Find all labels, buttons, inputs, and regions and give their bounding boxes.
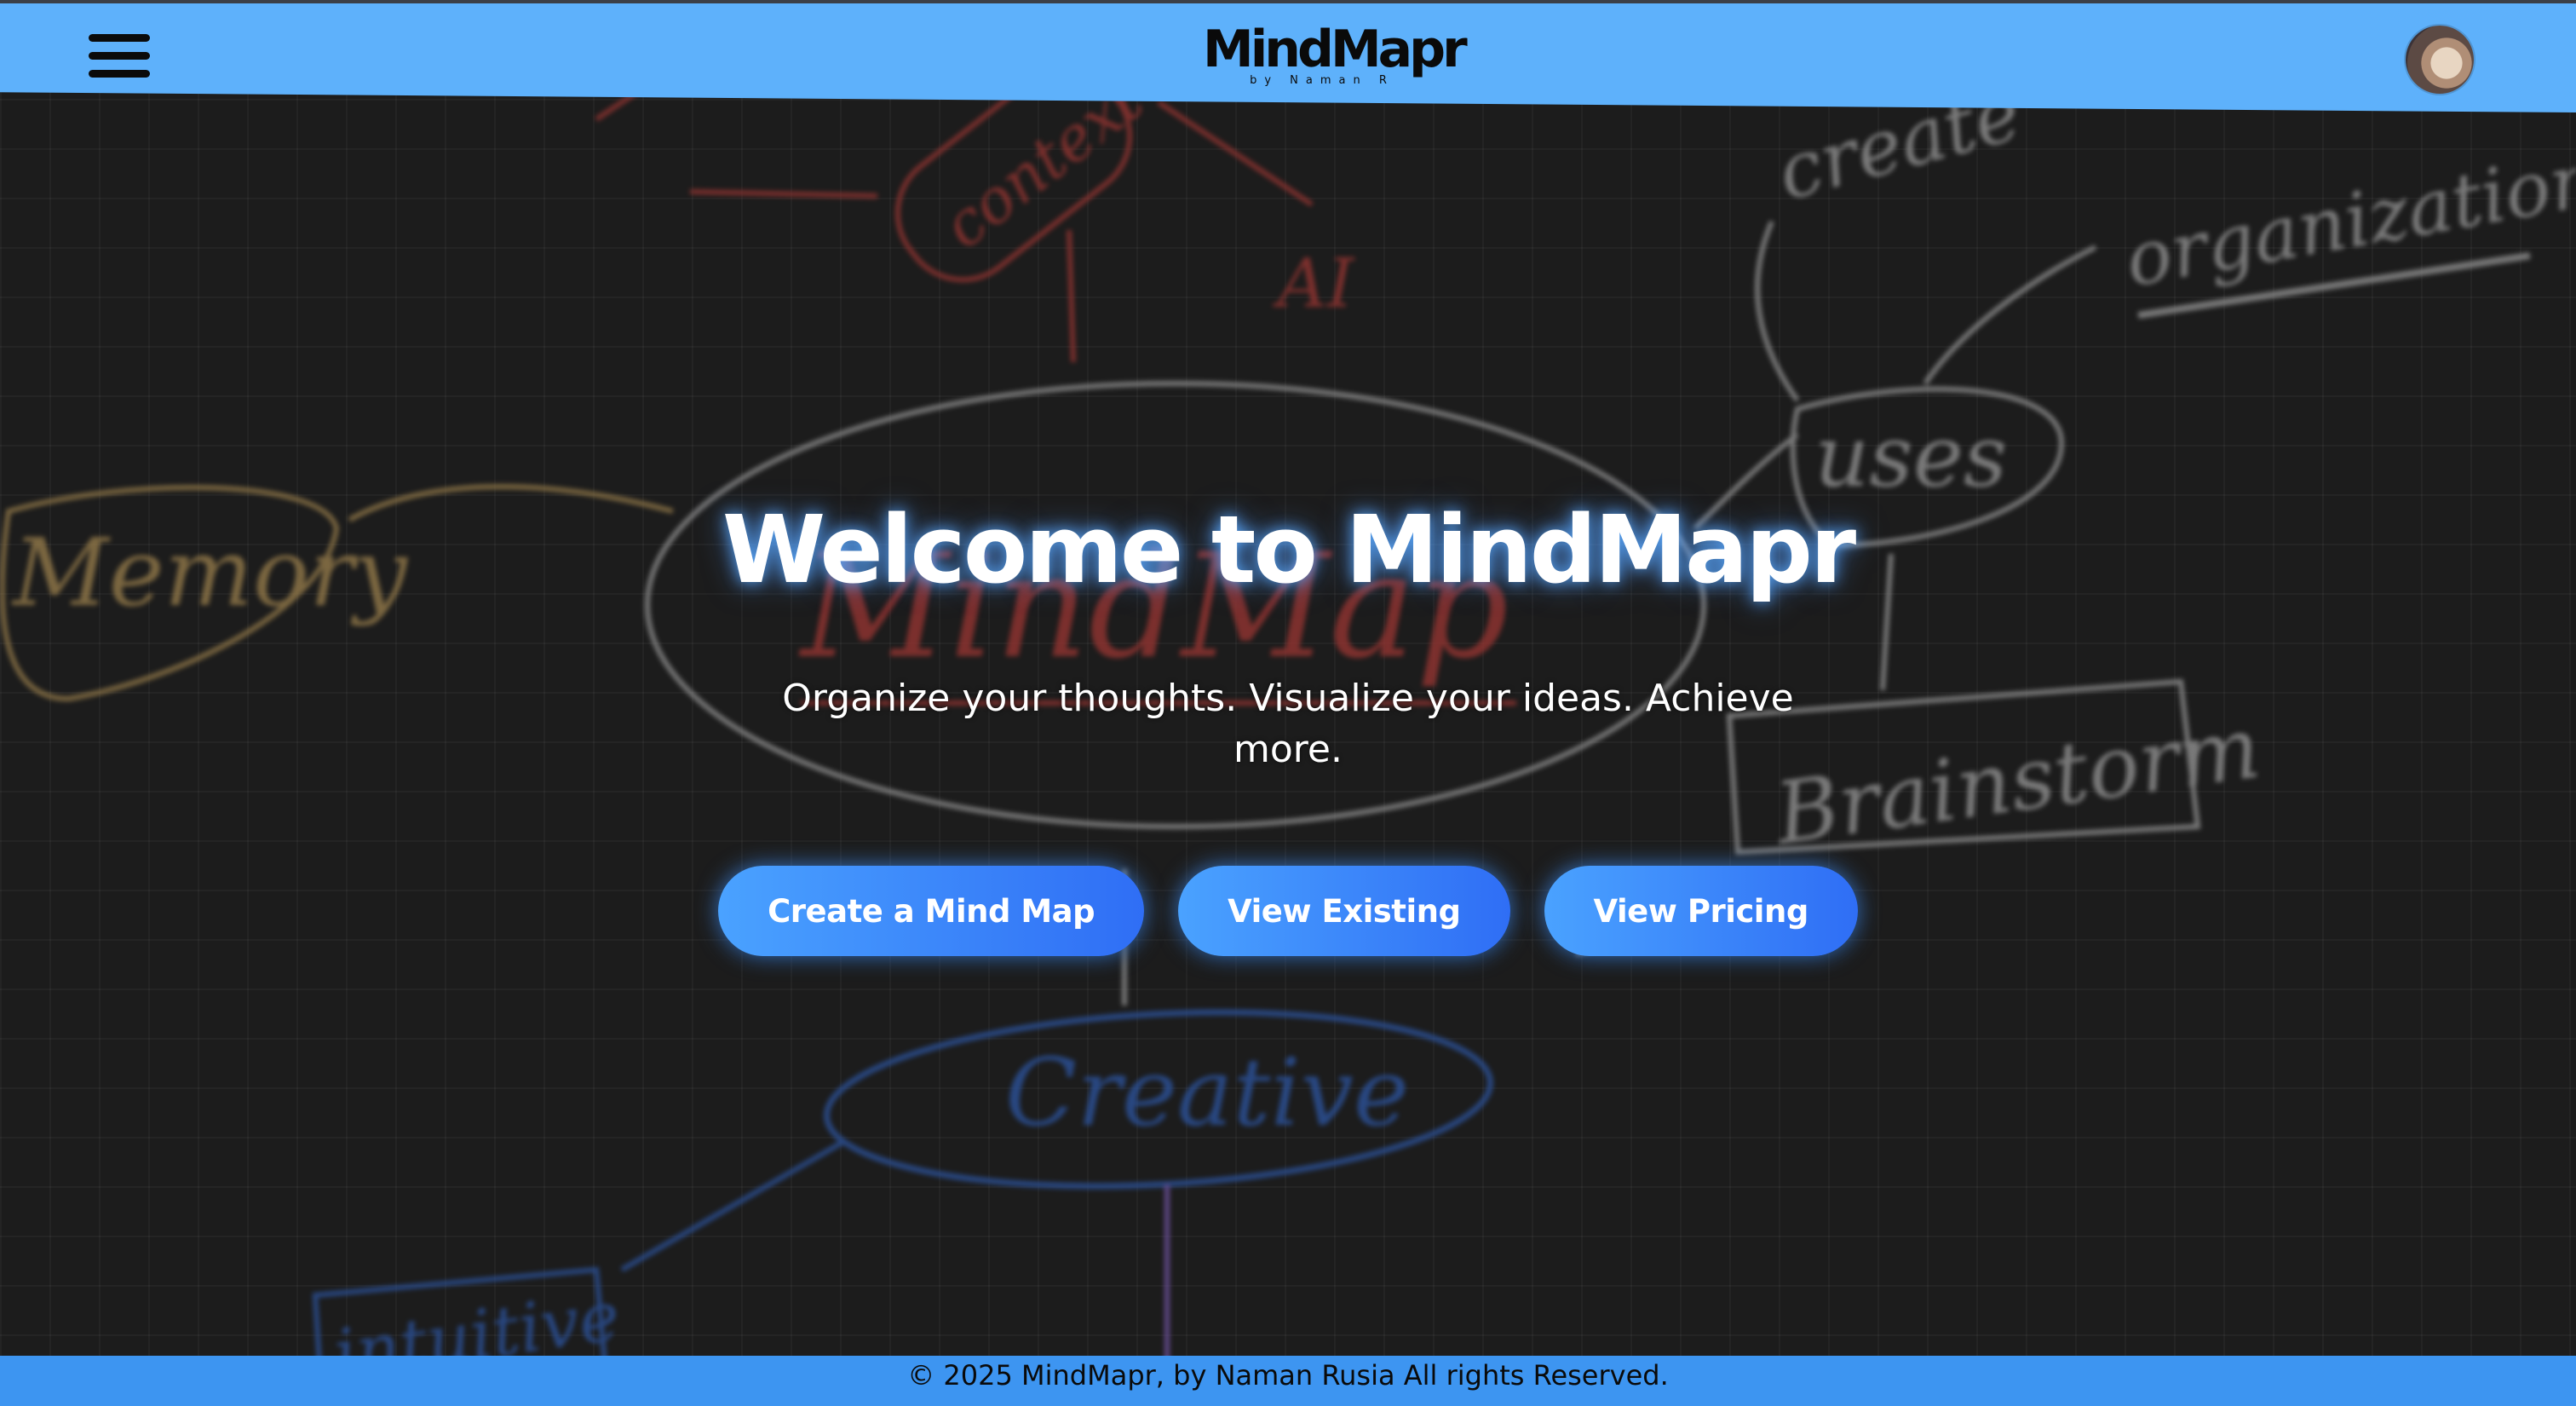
footer: © 2025 MindMapr, by Naman Rusia All righ…	[0, 1356, 2576, 1406]
footer-copyright: © 2025 MindMapr, by Naman Rusia All righ…	[907, 1359, 1669, 1392]
hero-actions: Create a Mind Map View Existing View Pri…	[0, 866, 2576, 956]
logo-title: MindMapr	[1203, 20, 1468, 79]
user-avatar-icon[interactable]	[2406, 26, 2474, 94]
sketch-label-organization: organization	[2119, 135, 2576, 304]
hero-section: Welcome to MindMapr Organize your though…	[0, 477, 2576, 775]
hamburger-menu-icon[interactable]	[89, 32, 150, 80]
page: MindMap context AI Memory uses create or…	[0, 0, 2576, 1406]
hero-title: Welcome to MindMapr	[722, 495, 1856, 604]
view-existing-button[interactable]: View Existing	[1178, 866, 1510, 956]
mindmapr-logo[interactable]: MindMapr by Naman R	[1203, 20, 1468, 87]
sketch-label-creative: Creative	[1005, 1038, 1409, 1147]
view-pricing-button[interactable]: View Pricing	[1544, 866, 1858, 956]
create-mind-map-button[interactable]: Create a Mind Map	[718, 866, 1145, 956]
hero-subtitle: Organize your thoughts. Visualize your i…	[782, 677, 1794, 771]
sketch-label-ai: AI	[1272, 244, 1355, 323]
